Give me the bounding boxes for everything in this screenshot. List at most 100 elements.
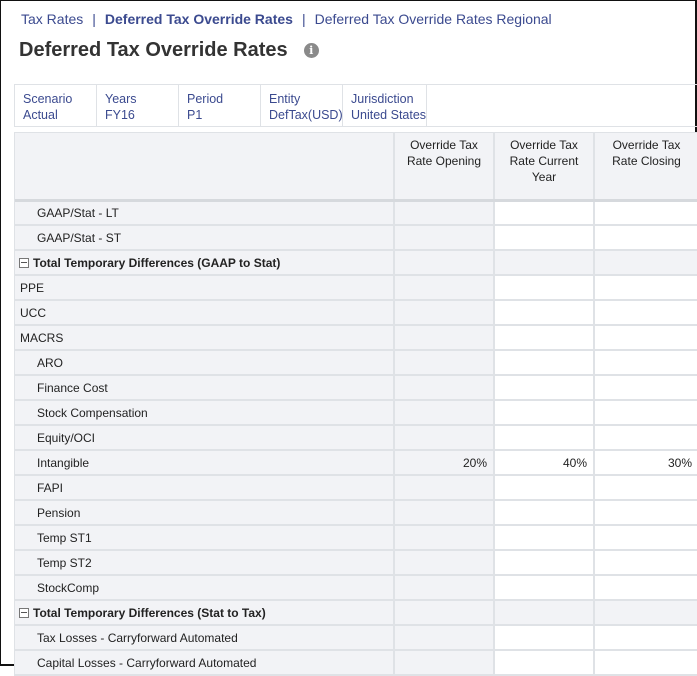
- cell-closing[interactable]: [594, 425, 697, 451]
- cell-closing[interactable]: [594, 575, 697, 601]
- cell-closing[interactable]: [594, 300, 697, 326]
- cell-opening: [394, 225, 495, 251]
- pov-bar: Scenario Actual Years FY16 Period P1 Ent…: [14, 84, 697, 127]
- cell-current-year[interactable]: [494, 625, 595, 651]
- cell-current-year[interactable]: [494, 375, 595, 401]
- cell-closing[interactable]: [594, 550, 697, 576]
- cell-opening: [394, 550, 495, 576]
- grid-body: GAAP/Stat - LT GAAP/Stat - ST Total Tempor…: [15, 200, 697, 676]
- pov-member-value: United States: [351, 108, 427, 122]
- cell-closing[interactable]: [594, 500, 697, 526]
- cell-current-year[interactable]: 40%: [494, 450, 595, 476]
- row-label[interactable]: Total Temporary Differences (GAAP to Sta…: [15, 250, 395, 276]
- row-label-text: GAAP/Stat - LT: [37, 205, 119, 220]
- pov-dimension-label: Entity: [269, 92, 301, 106]
- info-icon[interactable]: i: [303, 43, 319, 58]
- row-label: Temp ST1: [15, 525, 395, 551]
- cell-current-year[interactable]: [494, 500, 595, 526]
- row-label-text: Stock Compensation: [37, 405, 148, 420]
- row-label-text: GAAP/Stat - ST: [37, 230, 122, 245]
- cell-opening: [394, 650, 495, 676]
- cell-current-year[interactable]: [494, 575, 595, 601]
- pov-scenario[interactable]: Scenario Actual: [15, 85, 97, 126]
- collapse-icon[interactable]: [19, 607, 29, 618]
- row-label-text: Temp ST2: [37, 555, 92, 570]
- table-row: UCC: [15, 300, 697, 326]
- grid-header-row: Override Tax Rate Opening Override Tax R…: [15, 133, 697, 202]
- tab-tax-rates[interactable]: Tax Rates: [21, 11, 83, 27]
- cell-closing[interactable]: [594, 650, 697, 676]
- row-label-text: Temp ST1: [37, 530, 92, 545]
- cell-current-year[interactable]: [494, 525, 595, 551]
- cell-opening: [394, 250, 495, 276]
- cell-current-year[interactable]: [494, 425, 595, 451]
- pov-member-value: DefTax(USD): [269, 108, 343, 122]
- row-label-text: Tax Losses - Carryforward Automated: [37, 630, 238, 645]
- table-row: Equity/OCI: [15, 425, 697, 451]
- grid-corner-cell: [15, 133, 395, 202]
- cell-closing[interactable]: [594, 625, 697, 651]
- cell-opening: 20%: [394, 450, 495, 476]
- row-label: Capital Losses - Carryforward Automated: [15, 650, 395, 676]
- cell-opening: [394, 350, 495, 376]
- cell-closing[interactable]: [594, 200, 697, 226]
- tab-deferred-tax-override-rates-regional[interactable]: Deferred Tax Override Rates Regional: [315, 11, 552, 27]
- cell-closing[interactable]: [594, 400, 697, 426]
- cell-current-year[interactable]: [494, 350, 595, 376]
- cell-current-year[interactable]: [494, 225, 595, 251]
- table-row: Temp ST2: [15, 550, 697, 576]
- cell-current-year[interactable]: [494, 550, 595, 576]
- row-label-text: MACRS: [20, 330, 64, 345]
- cell-current-year[interactable]: [494, 475, 595, 501]
- cell-closing[interactable]: 30%: [594, 450, 697, 476]
- pov-period[interactable]: Period P1: [179, 85, 261, 126]
- tab-deferred-tax-override-rates[interactable]: Deferred Tax Override Rates: [105, 11, 293, 27]
- row-label[interactable]: Total Temporary Differences (Stat to Tax…: [15, 600, 395, 626]
- pov-years[interactable]: Years FY16: [97, 85, 179, 126]
- cell-current-year[interactable]: [494, 400, 595, 426]
- cell-closing[interactable]: [594, 525, 697, 551]
- pov-dimension-label: Scenario: [23, 92, 73, 106]
- pov-entity[interactable]: Entity DefTax(USD): [261, 85, 343, 126]
- cell-current-year[interactable]: [494, 650, 595, 676]
- row-label: GAAP/Stat - LT: [15, 200, 395, 226]
- row-label: Finance Cost: [15, 375, 395, 401]
- cell-opening: [394, 275, 495, 301]
- table-row: Pension: [15, 500, 697, 526]
- cell-opening: [394, 400, 495, 426]
- row-label-text: ARO: [37, 355, 64, 370]
- table-row: ARO: [15, 350, 697, 376]
- cell-closing[interactable]: [594, 275, 697, 301]
- cell-closing[interactable]: [594, 350, 697, 376]
- pov-jurisdiction[interactable]: Jurisdiction United States: [343, 85, 427, 126]
- nav-separator: |: [92, 11, 96, 27]
- collapse-icon[interactable]: [19, 257, 29, 268]
- cell-current-year[interactable]: [494, 200, 595, 226]
- table-row: Tax Losses - Carryforward Automated: [15, 625, 697, 651]
- cell-current-year[interactable]: [494, 275, 595, 301]
- cell-opening: [394, 525, 495, 551]
- table-row: GAAP/Stat - ST: [15, 225, 697, 251]
- cell-current-year[interactable]: [494, 325, 595, 351]
- section-row: Total Temporary Differences (Stat to Tax…: [15, 600, 697, 626]
- cell-closing[interactable]: [594, 225, 697, 251]
- row-label: Temp ST2: [15, 550, 395, 576]
- page-title: Deferred Tax Override Rates: [19, 39, 288, 61]
- cell-opening: [394, 475, 495, 501]
- row-label-text: Total Temporary Differences (Stat to Tax…: [33, 605, 266, 620]
- data-grid: Override Tax Rate Opening Override Tax R…: [14, 132, 697, 676]
- table-row: MACRS: [15, 325, 697, 351]
- row-label-text: StockComp: [37, 580, 100, 595]
- cell-current-year[interactable]: [494, 300, 595, 326]
- section-row: Total Temporary Differences (GAAP to Sta…: [15, 250, 697, 276]
- cell-closing[interactable]: [594, 375, 697, 401]
- column-header-opening: Override Tax Rate Opening: [394, 133, 495, 202]
- cell-current-year: [494, 600, 595, 626]
- cell-closing[interactable]: [594, 325, 697, 351]
- row-label: ARO: [15, 350, 395, 376]
- row-label-text: PPE: [20, 280, 45, 295]
- cell-closing[interactable]: [594, 475, 697, 501]
- row-label: PPE: [15, 275, 395, 301]
- table-row: Temp ST1: [15, 525, 697, 551]
- table-row: Intangible 20% 40% 30%: [15, 450, 697, 476]
